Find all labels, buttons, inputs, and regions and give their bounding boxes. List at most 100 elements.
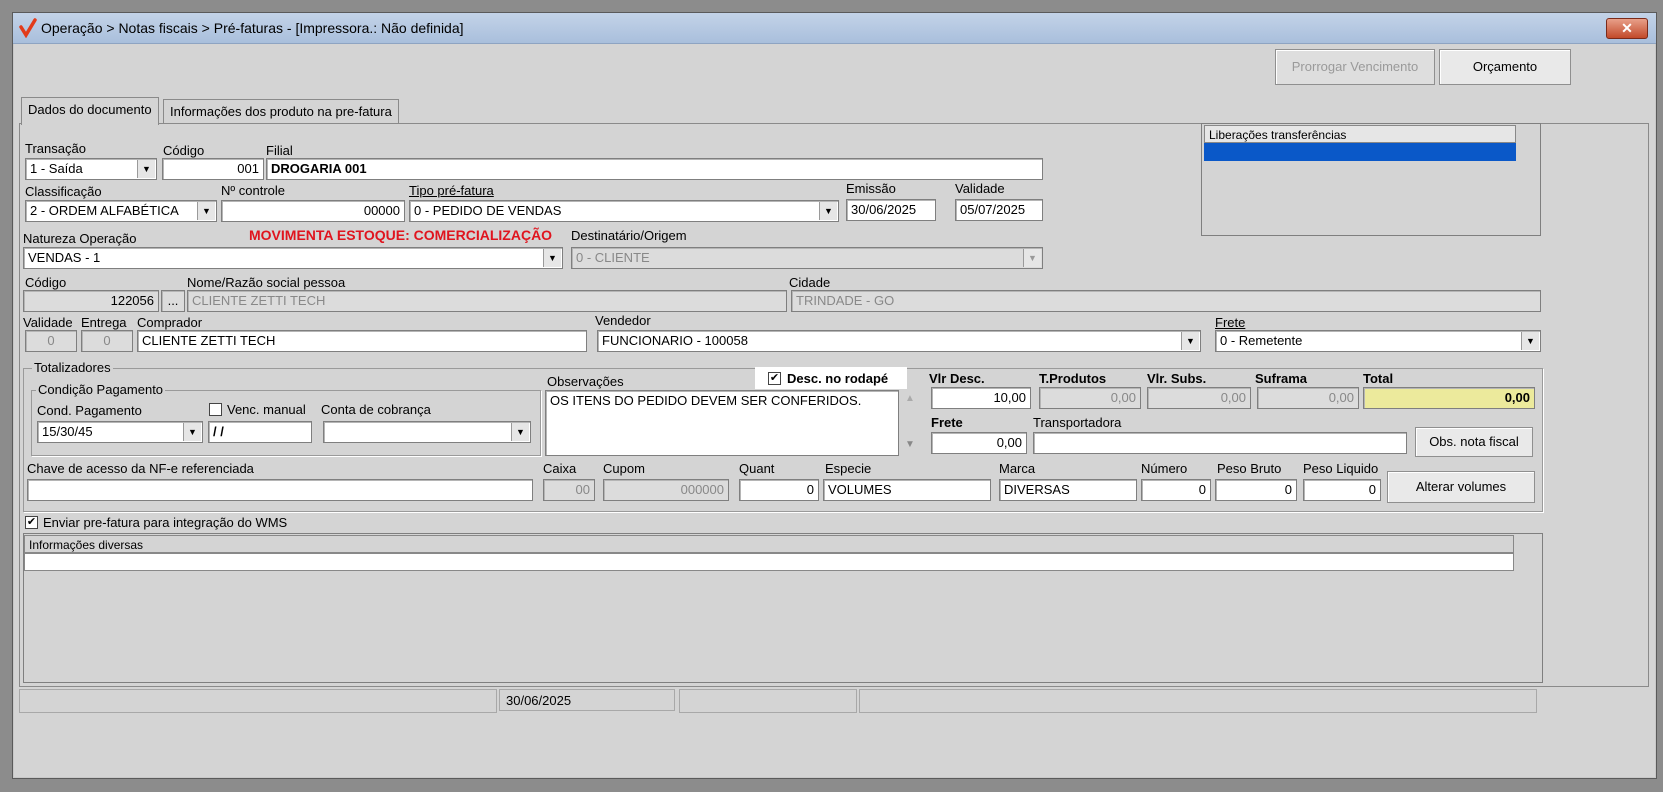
- cidade-label: Cidade: [789, 275, 831, 290]
- wms-checkbox[interactable]: ✔: [25, 516, 38, 529]
- search-pessoa-button[interactable]: ...: [161, 290, 185, 312]
- validade-field[interactable]: 05/07/2025: [955, 199, 1043, 221]
- chevron-down-icon: ▼: [1181, 332, 1199, 350]
- chevron-down-icon: ▼: [137, 160, 155, 178]
- tab-dados-documento[interactable]: Dados do documento: [21, 97, 159, 125]
- natureza-value: VENDAS - 1: [28, 250, 101, 265]
- tipo-select[interactable]: 0 - PEDIDO DE VENDAS ▼: [409, 200, 839, 222]
- pbruto-field[interactable]: 0: [1215, 479, 1297, 501]
- total-field[interactable]: 0,00: [1363, 387, 1535, 409]
- vendedor-value: FUNCIONARIO - 100058: [602, 333, 748, 348]
- status-bar: 30/06/2025: [19, 689, 1647, 715]
- cidade-field[interactable]: TRINDADE - GO: [791, 290, 1541, 312]
- informacoes-row[interactable]: [24, 553, 1514, 571]
- venc-manual-label: Venc. manual: [227, 402, 306, 417]
- tprod-label: T.Produtos: [1039, 371, 1107, 386]
- window-title: Operação > Notas fiscais > Pré-faturas -…: [41, 20, 464, 36]
- venc-manual-checkbox[interactable]: [209, 403, 222, 416]
- desc-rodape-checkbox[interactable]: ✔: [768, 372, 781, 385]
- validade-label: Validade: [955, 181, 1005, 196]
- transacao-label: Transação: [25, 141, 86, 156]
- obs-textarea[interactable]: OS ITENS DO PEDIDO DEVEM SER CONFERIDOS.: [545, 390, 899, 456]
- vlr-desc-label: Vlr Desc.: [929, 371, 985, 386]
- pbruto-label: Peso Bruto: [1217, 461, 1282, 476]
- tprod-field[interactable]: 0,00: [1039, 387, 1141, 409]
- cod-pessoa-field[interactable]: 122056: [23, 290, 159, 312]
- entrega-field[interactable]: 0: [81, 330, 133, 352]
- close-button[interactable]: ✕: [1606, 18, 1648, 39]
- frete-select[interactable]: 0 - Remetente ▼: [1215, 330, 1541, 352]
- emissao-field[interactable]: 30/06/2025: [846, 199, 936, 221]
- pliquido-label: Peso Liquido: [1303, 461, 1379, 476]
- liberacoes-list[interactable]: Liberações transferências: [1201, 123, 1541, 236]
- marca-field[interactable]: DIVERSAS: [999, 479, 1137, 501]
- status-cell-4: [859, 689, 1537, 713]
- caixa-field[interactable]: 00: [543, 479, 595, 501]
- informacoes-header: Informações diversas: [24, 535, 1514, 553]
- conta-label: Conta de cobrança: [321, 402, 431, 417]
- destinatario-value: 0 - CLIENTE: [576, 250, 650, 265]
- transp-field[interactable]: [1033, 432, 1407, 454]
- chevron-down-icon: ▼: [197, 202, 215, 220]
- entrega-label: Entrega: [81, 315, 127, 330]
- status-cell-3: [679, 689, 857, 713]
- destinatario-select[interactable]: 0 - CLIENTE ▼: [571, 247, 1043, 269]
- validade2-field[interactable]: 0: [25, 330, 77, 352]
- especie-label: Especie: [825, 461, 872, 476]
- obs-nota-fiscal-button[interactable]: Obs. nota fiscal: [1415, 427, 1533, 457]
- codigo-field[interactable]: 001: [162, 158, 264, 180]
- conta-select[interactable]: ▼: [323, 421, 531, 443]
- vlrsubs-field[interactable]: 0,00: [1147, 387, 1251, 409]
- numero-field[interactable]: 0: [1141, 479, 1211, 501]
- classificacao-select[interactable]: 2 - ORDEM ALFABÉTICA ▼: [25, 200, 217, 222]
- status-date: 30/06/2025: [499, 689, 675, 711]
- comprador-label: Comprador: [137, 315, 203, 330]
- informacoes-list[interactable]: Informações diversas: [23, 533, 1543, 683]
- cupom-field[interactable]: 000000: [603, 479, 729, 501]
- vendedor-label: Vendedor: [595, 313, 651, 328]
- orcamento-button[interactable]: Orçamento: [1439, 49, 1571, 85]
- cond-pag-select[interactable]: 15/30/45 ▼: [37, 421, 203, 443]
- suframa-label: Suframa: [1255, 371, 1308, 386]
- destinatario-label: Destinatário/Origem: [571, 228, 687, 243]
- title-bar: Operação > Notas fiscais > Pré-faturas -…: [13, 13, 1656, 44]
- vendedor-select[interactable]: FUNCIONARIO - 100058 ▼: [597, 330, 1201, 352]
- tipo-label: Tipo pré-fatura: [409, 183, 494, 198]
- frete-total-field[interactable]: 0,00: [931, 432, 1027, 454]
- pliquido-field[interactable]: 0: [1303, 479, 1381, 501]
- cupom-label: Cupom: [603, 461, 645, 476]
- movimenta-estoque-text: MOVIMENTA ESTOQUE: COMERCIALIZAÇÃO: [249, 227, 553, 243]
- liberacoes-selected-row[interactable]: [1204, 143, 1516, 161]
- scroll-down-icon[interactable]: ▼: [905, 439, 915, 450]
- suframa-field[interactable]: 0,00: [1257, 387, 1359, 409]
- filial-field[interactable]: DROGARIA 001: [266, 158, 1043, 180]
- quant-field[interactable]: 0: [739, 479, 819, 501]
- comprador-field[interactable]: CLIENTE ZETTI TECH: [137, 330, 587, 352]
- main-window: Operação > Notas fiscais > Pré-faturas -…: [12, 12, 1657, 779]
- especie-field[interactable]: VOLUMES: [823, 479, 991, 501]
- tab-informacoes-produto[interactable]: Informações dos produto na pre-fatura: [163, 99, 399, 126]
- scroll-up-icon[interactable]: ▲: [905, 393, 915, 404]
- tipo-value: 0 - PEDIDO DE VENDAS: [414, 203, 562, 218]
- condicao-pagamento-label: Condição Pagamento: [36, 382, 166, 397]
- vlr-desc-field[interactable]: 10,00: [931, 387, 1031, 409]
- numero-label: Número: [1141, 461, 1188, 476]
- nome-field[interactable]: CLIENTE ZETTI TECH: [187, 290, 787, 312]
- chave-field[interactable]: [27, 479, 533, 501]
- chevron-down-icon: ▼: [511, 423, 529, 441]
- liberacoes-header: Liberações transferências: [1204, 125, 1516, 143]
- venc-manual-field[interactable]: / /: [208, 421, 312, 443]
- chevron-down-icon: ▼: [1023, 249, 1041, 267]
- prorrogar-vencimento-button[interactable]: Prorrogar Vencimento: [1275, 49, 1435, 85]
- frete-total-label: Frete: [931, 415, 963, 430]
- natureza-select[interactable]: VENDAS - 1 ▼: [23, 247, 563, 269]
- alterar-volumes-button[interactable]: Alterar volumes: [1387, 471, 1535, 503]
- nome-label: Nome/Razão social pessoa: [187, 275, 346, 290]
- cond-pag-label: Cond. Pagamento: [37, 403, 142, 418]
- frete-value: 0 - Remetente: [1220, 333, 1303, 348]
- transacao-value: 1 - Saída: [30, 161, 83, 176]
- transacao-select[interactable]: 1 - Saída ▼: [25, 158, 157, 180]
- controle-label: Nº controle: [221, 183, 285, 198]
- controle-field[interactable]: 00000: [221, 200, 405, 222]
- quant-label: Quant: [739, 461, 775, 476]
